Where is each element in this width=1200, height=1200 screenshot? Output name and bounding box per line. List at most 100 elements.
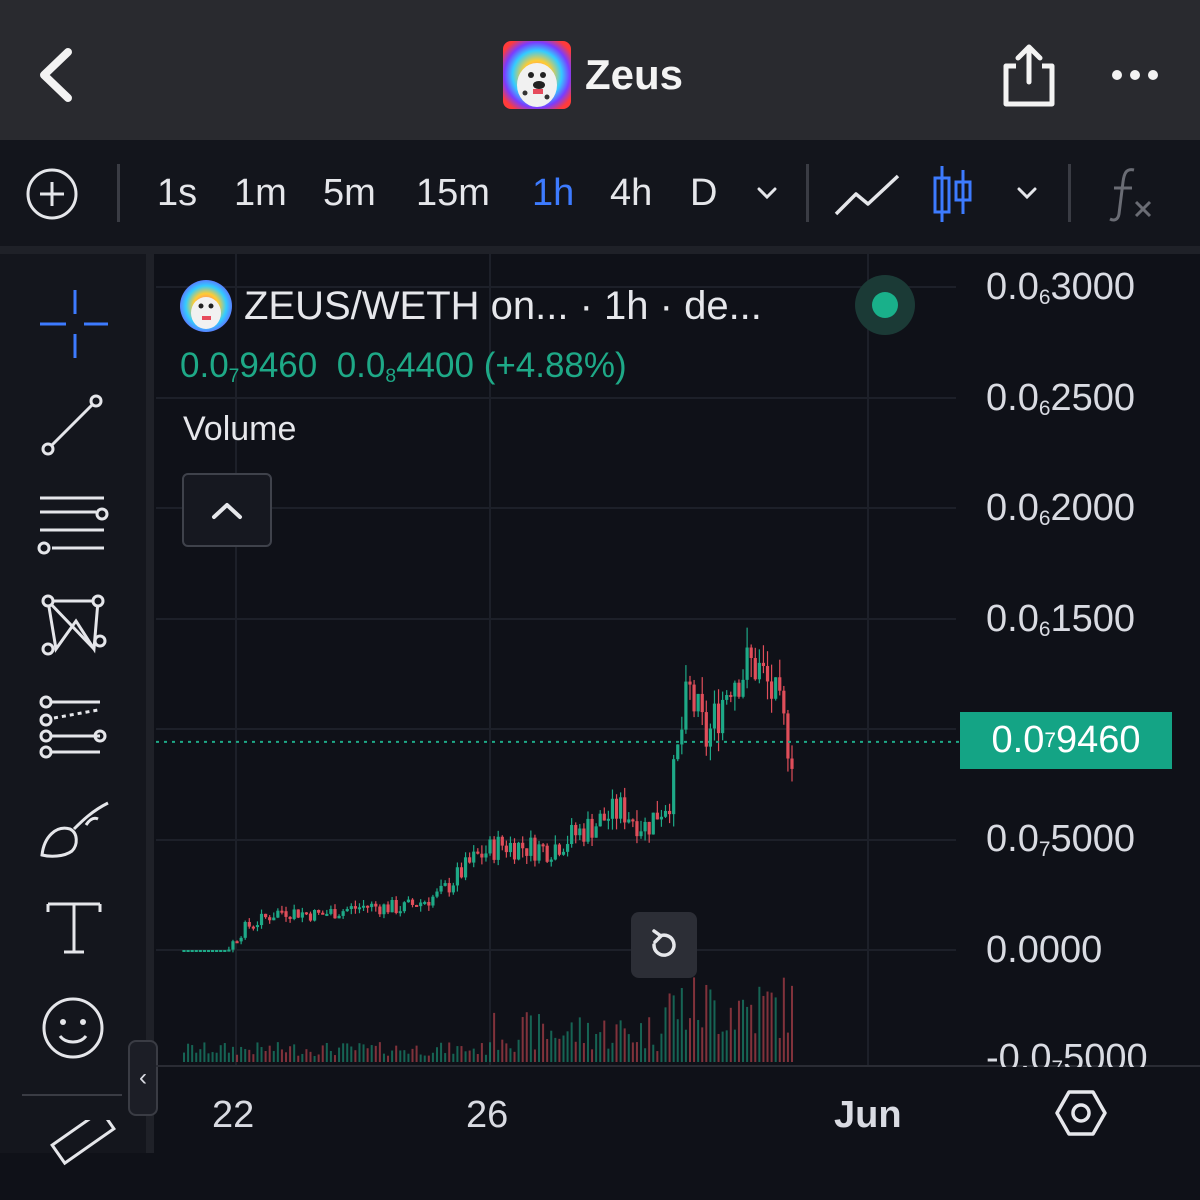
volume-bar <box>223 1043 226 1062</box>
candle-body <box>370 903 374 908</box>
volume-bar <box>472 1048 475 1062</box>
collapse-sidebar-button[interactable]: ‹ <box>128 1040 158 1116</box>
candle-body <box>553 844 557 860</box>
volume-bar <box>615 1024 618 1062</box>
back-chevron-icon[interactable] <box>30 40 90 110</box>
share-icon[interactable] <box>998 40 1060 110</box>
ruler-tool-icon[interactable] <box>30 1120 120 1200</box>
candle-body <box>765 666 770 682</box>
volume-indicator-label[interactable]: Volume <box>183 410 296 449</box>
volume-bar <box>280 1049 283 1062</box>
interval-1m[interactable]: 1m <box>234 140 287 246</box>
candle-body <box>455 867 459 886</box>
volume-bar <box>476 1054 479 1062</box>
fib-retracement-tool-icon[interactable] <box>30 690 120 770</box>
candle-body <box>700 693 704 713</box>
volume-bar <box>456 1046 459 1062</box>
candle-body <box>712 703 717 729</box>
toolbar-divider <box>117 164 120 222</box>
candle-body <box>688 681 692 685</box>
candle-body <box>725 695 729 700</box>
candle-body <box>716 703 721 734</box>
volume-bar <box>648 1017 651 1062</box>
volume-bar <box>293 1044 296 1062</box>
interval-1s[interactable]: 1s <box>157 140 197 246</box>
volume-bar <box>570 1022 573 1062</box>
candle-body <box>394 899 398 913</box>
volume-bar <box>611 1042 614 1062</box>
symbol-header: ZEUS/WETH on... · 1h · de... <box>180 278 762 334</box>
symbol-text[interactable]: ZEUS/WETH on... · 1h · de... <box>244 284 762 329</box>
candle-body <box>243 921 247 938</box>
pattern-tool-icon[interactable] <box>30 587 120 667</box>
volume-bar <box>501 1039 504 1062</box>
candle-body <box>643 821 647 832</box>
candle-body <box>349 906 353 910</box>
volume-bar <box>382 1053 385 1062</box>
candle-body <box>361 905 366 908</box>
text-tool-icon[interactable] <box>30 890 120 970</box>
chevron-down-icon[interactable] <box>1014 180 1040 206</box>
price-change-percent: (+4.88%) <box>483 346 627 385</box>
candle-body <box>614 798 619 819</box>
candle-body <box>353 906 357 909</box>
volume-bar <box>272 1050 275 1062</box>
symbol-avatar <box>180 280 232 332</box>
volume-bar <box>321 1045 324 1062</box>
volume-bar <box>758 986 761 1062</box>
candle-body <box>676 744 680 760</box>
volume-bar <box>248 1049 251 1062</box>
candle-body <box>329 909 333 914</box>
candle-body <box>565 844 570 852</box>
candle-body <box>317 909 321 913</box>
candle-body <box>672 759 676 815</box>
candle-body <box>288 916 292 919</box>
volume-bar <box>688 1018 691 1062</box>
interval-5m[interactable]: 5m <box>323 140 376 246</box>
reset-chart-button[interactable] <box>631 912 697 978</box>
candle-body <box>423 901 427 904</box>
candle-body <box>300 912 304 918</box>
candle-body <box>447 883 451 893</box>
candle-body <box>357 907 362 910</box>
volume-bar <box>762 995 765 1062</box>
interval-15m[interactable]: 15m <box>416 140 490 246</box>
interval-4h[interactable]: 4h <box>610 140 652 246</box>
candle-body <box>312 909 317 921</box>
volume-bar <box>684 1029 687 1062</box>
chart-settings-icon[interactable] <box>1055 1088 1107 1138</box>
brush-tool-icon[interactable] <box>30 795 120 875</box>
candle-body <box>606 818 610 821</box>
emoji-tool-icon[interactable] <box>30 988 120 1068</box>
volume-bar <box>505 1043 508 1062</box>
candle-body <box>786 713 790 759</box>
y-axis-label: -0.075000 <box>986 1037 1148 1067</box>
volume-bar <box>342 1043 345 1062</box>
more-options-icon[interactable] <box>1105 55 1165 95</box>
candle-body <box>778 677 782 691</box>
add-indicator-icon[interactable] <box>24 166 80 222</box>
candle-body <box>517 842 521 860</box>
candle-body <box>704 712 708 747</box>
candle-body <box>427 901 431 906</box>
candle-body <box>549 859 553 862</box>
chevron-down-icon[interactable] <box>754 180 780 206</box>
collapse-indicators-button[interactable] <box>182 473 272 547</box>
volume-bar <box>415 1045 418 1062</box>
interval-1h[interactable]: 1h <box>532 140 574 246</box>
candle-chart-type-icon[interactable] <box>930 164 976 224</box>
interval-d[interactable]: D <box>690 140 717 246</box>
candle-body <box>308 913 313 921</box>
volume-bar <box>644 1048 647 1062</box>
volume-bar <box>301 1053 304 1062</box>
volume-bar <box>713 1000 716 1062</box>
candle-body <box>529 837 533 856</box>
candle-body <box>708 728 712 747</box>
crosshair-icon[interactable] <box>30 284 120 364</box>
candle-body <box>496 836 500 860</box>
indicators-fx-icon[interactable] <box>1106 164 1154 224</box>
trend-line-tool-icon[interactable] <box>30 385 120 465</box>
parallel-lines-tool-icon[interactable] <box>30 486 120 566</box>
candle-body <box>684 681 688 730</box>
line-chart-type-icon[interactable] <box>834 170 900 220</box>
